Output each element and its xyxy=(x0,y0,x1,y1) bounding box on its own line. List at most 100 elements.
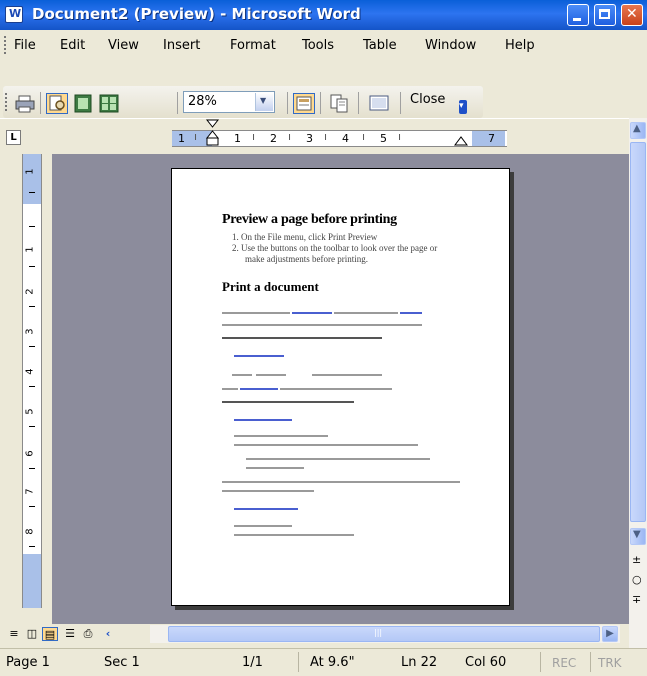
text-line xyxy=(222,324,422,326)
text-line xyxy=(256,374,286,376)
menu-insert[interactable]: Insert xyxy=(163,38,200,53)
text-line xyxy=(246,458,430,460)
right-indent-marker-icon[interactable] xyxy=(454,133,468,147)
tab-selector[interactable]: L xyxy=(6,130,21,145)
menu-format[interactable]: Format xyxy=(230,38,276,53)
ruler-number: 3 xyxy=(306,132,313,145)
vertical-ruler[interactable]: 1 1 2 3 4 5 6 7 8 xyxy=(22,154,42,608)
view-ruler-icon[interactable] xyxy=(293,93,315,114)
document-page[interactable]: Preview a page before printing 1. On the… xyxy=(171,168,510,606)
indent-marker-icon[interactable] xyxy=(205,119,221,149)
maximize-button[interactable] xyxy=(594,4,616,26)
ruler-tick xyxy=(29,266,35,267)
status-column: Col 60 xyxy=(465,655,507,670)
italic-heading-line xyxy=(222,337,382,339)
scroll-up-button[interactable] xyxy=(630,122,646,139)
ruler-number: 7 xyxy=(24,488,36,495)
horizontal-ruler[interactable]: 1 ı 1 ı 2 ı 3 ı 4 ı 5 ı 7 xyxy=(172,119,507,147)
ruler-tick xyxy=(29,468,35,469)
shrink-to-fit-icon[interactable] xyxy=(328,93,350,114)
hyperlink-line[interactable] xyxy=(240,388,278,390)
status-position: At 9.6" xyxy=(310,655,355,670)
close-window-button[interactable] xyxy=(621,4,643,26)
menu-table[interactable]: Table xyxy=(363,38,397,53)
text-line xyxy=(334,312,398,314)
hyperlink-line[interactable] xyxy=(292,312,332,314)
menu-file[interactable]: File xyxy=(14,38,36,53)
ruler-number: 4 xyxy=(24,368,36,375)
menu-view[interactable]: View xyxy=(108,38,139,53)
toolbar-options-icon[interactable] xyxy=(459,100,467,114)
ruler-number: 5 xyxy=(380,132,387,145)
menu-grip[interactable] xyxy=(4,36,6,56)
hyperlink-line[interactable] xyxy=(234,355,284,357)
menu-edit[interactable]: Edit xyxy=(60,38,85,53)
document-heading-preview: Preview a page before printing xyxy=(222,212,397,227)
minimize-button[interactable] xyxy=(567,4,589,26)
web-layout-icon[interactable]: ◫ xyxy=(24,627,40,641)
hyperlink-line[interactable] xyxy=(400,312,422,314)
outline-view-icon[interactable]: ☰ xyxy=(62,627,78,641)
ruler-tick: ı xyxy=(288,130,292,143)
next-page-icon[interactable]: ∓ xyxy=(632,593,641,606)
toolbar-separator xyxy=(400,92,401,114)
multiple-pages-icon[interactable] xyxy=(98,93,120,114)
horizontal-scroll-thumb[interactable] xyxy=(168,626,600,642)
text-line xyxy=(234,444,418,446)
ruler-tick xyxy=(29,386,35,387)
full-screen-icon[interactable] xyxy=(368,93,390,114)
toolbar-separator xyxy=(177,92,178,114)
hyperlink-line[interactable] xyxy=(234,508,298,510)
text-line xyxy=(222,481,460,483)
toolbar-separator xyxy=(287,92,288,114)
ruler-tick xyxy=(29,426,35,427)
ruler-number: 3 xyxy=(24,328,36,335)
vertical-scrollbar[interactable]: ± ○ ∓ xyxy=(629,118,647,648)
close-preview-button[interactable]: Close xyxy=(410,92,445,107)
print-layout-icon[interactable]: ▤ xyxy=(42,627,58,641)
reading-layout-icon[interactable]: ⎙ xyxy=(80,627,96,641)
ruler-number: 5 xyxy=(24,408,36,415)
chevron-down-icon[interactable] xyxy=(255,93,273,111)
text-line xyxy=(312,374,382,376)
status-trk[interactable]: TRK xyxy=(598,656,622,670)
document-heading-print: Print a document xyxy=(222,279,319,294)
ruler-number: 4 xyxy=(342,132,349,145)
horizontal-scrollbar[interactable]: ▶ xyxy=(150,625,620,643)
status-rec[interactable]: REC xyxy=(552,656,576,670)
document-viewport[interactable]: Preview a page before printing 1. On the… xyxy=(52,154,629,624)
ruler-tick: ı xyxy=(398,130,402,143)
hyperlink-line[interactable] xyxy=(234,419,292,421)
toolbar-separator xyxy=(320,92,321,114)
normal-view-icon[interactable]: ≡ xyxy=(6,627,22,641)
menu-tools[interactable]: Tools xyxy=(302,38,334,53)
magnifier-icon[interactable] xyxy=(46,93,68,114)
italic-heading-line xyxy=(222,401,354,403)
ruler-top-margin xyxy=(23,154,41,204)
menu-help[interactable]: Help xyxy=(505,38,535,53)
scroll-right-button[interactable]: ▶ xyxy=(602,626,618,642)
previous-page-icon[interactable]: ± xyxy=(632,553,641,566)
text-line xyxy=(246,467,304,469)
toolbar-separator xyxy=(40,92,41,114)
browse-object-icon[interactable]: ○ xyxy=(632,573,642,586)
status-line: Ln 22 xyxy=(401,655,438,670)
view-and-scroll-bar: ≡ ◫ ▤ ☰ ⎙ ‹ ▶ xyxy=(0,624,629,644)
print-icon[interactable] xyxy=(14,93,36,114)
toolbar-grip[interactable] xyxy=(5,93,7,113)
ruler-number: 1 xyxy=(24,168,36,175)
scroll-left-icon[interactable]: ‹ xyxy=(100,627,116,641)
text-line xyxy=(234,534,354,536)
one-page-icon[interactable] xyxy=(72,93,94,114)
ruler-tick xyxy=(29,306,35,307)
scroll-down-button[interactable] xyxy=(630,528,646,545)
zoom-select[interactable]: 28% xyxy=(183,91,275,113)
print-preview-toolbar: 28% Close xyxy=(0,62,647,118)
ruler-tick: ı xyxy=(362,130,366,143)
status-bar: Page 1 Sec 1 1/1 At 9.6" Ln 22 Col 60 RE… xyxy=(0,648,647,676)
status-separator xyxy=(590,652,591,672)
vertical-scroll-thumb[interactable] xyxy=(630,142,646,522)
word-app-icon[interactable] xyxy=(5,6,23,23)
ruler-tick xyxy=(29,346,35,347)
menu-window[interactable]: Window xyxy=(425,38,476,53)
